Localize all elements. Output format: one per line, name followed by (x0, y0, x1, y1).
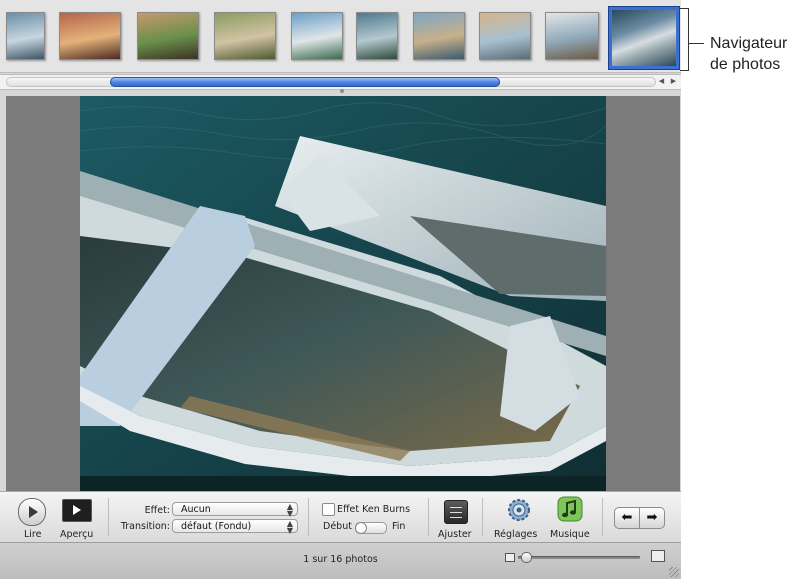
kenburns-checkbox[interactable] (322, 503, 335, 516)
photo-thumbnail[interactable] (6, 12, 45, 60)
thumbnail-image (138, 13, 198, 59)
scrollbar-thumb[interactable] (110, 77, 500, 87)
thumbnail-image (357, 13, 397, 59)
toolbar-divider (602, 498, 603, 536)
settings-label: Réglages (494, 529, 538, 540)
scroll-right-arrow-icon[interactable]: ▶ (668, 76, 679, 87)
current-photo (80, 96, 606, 491)
preview-icon (73, 505, 81, 515)
kenburns-start-end-toggle[interactable] (355, 522, 387, 534)
photo-thumbnail[interactable] (479, 12, 531, 60)
callout-line-1: Navigateur (710, 35, 788, 52)
photo-browser-scrollbar[interactable]: ◀ ▶ (0, 74, 681, 90)
thumbnail-image (546, 13, 598, 59)
start-label: Début (323, 521, 352, 532)
thumbnail-image (480, 13, 530, 59)
status-bar: 1 sur 16 photos (0, 542, 681, 579)
transition-select-value: défaut (Fondu) (181, 521, 252, 532)
thumbnail-image (7, 13, 44, 59)
slideshow-window: ◀ ▶ Lire Aperçu Effet: Aucun ▲ ▼ Transit… (0, 0, 681, 579)
end-label: Fin (392, 521, 406, 532)
music-button[interactable] (557, 496, 583, 522)
resize-divider-handle[interactable] (340, 89, 344, 93)
callout-bracket (680, 8, 689, 71)
zoom-small-icon[interactable] (505, 553, 515, 562)
effect-select-value: Aucun (181, 504, 211, 515)
thumbnail-image (215, 13, 275, 59)
photo-thumbnail[interactable] (59, 12, 121, 60)
play-icon (29, 506, 38, 518)
kenburns-label: Effet Ken Burns (337, 504, 411, 515)
callout-line-2: de photos (710, 56, 781, 73)
scroll-left-arrow-icon[interactable]: ◀ (656, 76, 667, 87)
toolbar-divider (308, 498, 309, 536)
photo-thumbnail[interactable] (137, 12, 199, 60)
photo-thumbnail[interactable] (291, 12, 343, 60)
toolbar-divider (428, 498, 429, 536)
select-stepper-icon: ▲ ▼ (286, 502, 293, 518)
photo-thumbnail-selected[interactable] (609, 7, 679, 69)
toggle-knob[interactable] (356, 523, 366, 533)
boats-photo (80, 96, 606, 491)
scrollbar-track[interactable] (6, 77, 656, 87)
gear-icon (508, 499, 530, 521)
next-photo-button[interactable]: ➡ (639, 507, 665, 529)
callout-line (688, 43, 704, 44)
effect-select[interactable]: Aucun ▲ ▼ (172, 502, 298, 518)
photo-viewer (6, 96, 680, 491)
arrow-right-icon: ➡ (646, 510, 658, 525)
zoom-slider-knob[interactable] (521, 552, 532, 563)
thumbnail-image (60, 13, 120, 59)
music-note-icon (557, 496, 583, 522)
music-label: Musique (550, 529, 590, 540)
thumbnail-zoom-slider[interactable] (518, 552, 640, 563)
play-button[interactable] (18, 498, 46, 526)
toolbar-divider (482, 498, 483, 536)
thumbnail-image (292, 13, 342, 59)
adjust-button[interactable] (444, 500, 468, 524)
toolbar-divider (108, 498, 109, 536)
callout-label: Navigateur de photos (710, 33, 787, 75)
thumbnail-image (414, 13, 464, 59)
previous-photo-button[interactable]: ⬅ (614, 507, 640, 529)
preview-label: Aperçu (60, 529, 94, 540)
arrow-left-icon: ⬅ (621, 510, 633, 525)
settings-button[interactable] (506, 497, 532, 523)
effect-label: Effet: (144, 505, 170, 516)
preview-button[interactable] (62, 499, 92, 522)
adjust-label: Ajuster (438, 529, 472, 540)
transition-select[interactable]: défaut (Fondu) ▲ ▼ (172, 519, 298, 535)
photo-browser (0, 0, 681, 73)
photo-thumbnail[interactable] (545, 12, 599, 60)
adjust-icon (450, 507, 462, 508)
photo-thumbnail[interactable] (356, 12, 398, 60)
thumbnail-image (612, 10, 676, 66)
select-stepper-icon: ▲ ▼ (286, 519, 293, 535)
transition-label: Transition: (120, 521, 170, 532)
zoom-large-icon[interactable] (651, 550, 665, 562)
photo-thumbnail[interactable] (413, 12, 465, 60)
photo-thumbnail[interactable] (214, 12, 276, 60)
play-label: Lire (24, 529, 42, 540)
resize-grip-icon[interactable] (669, 567, 679, 577)
